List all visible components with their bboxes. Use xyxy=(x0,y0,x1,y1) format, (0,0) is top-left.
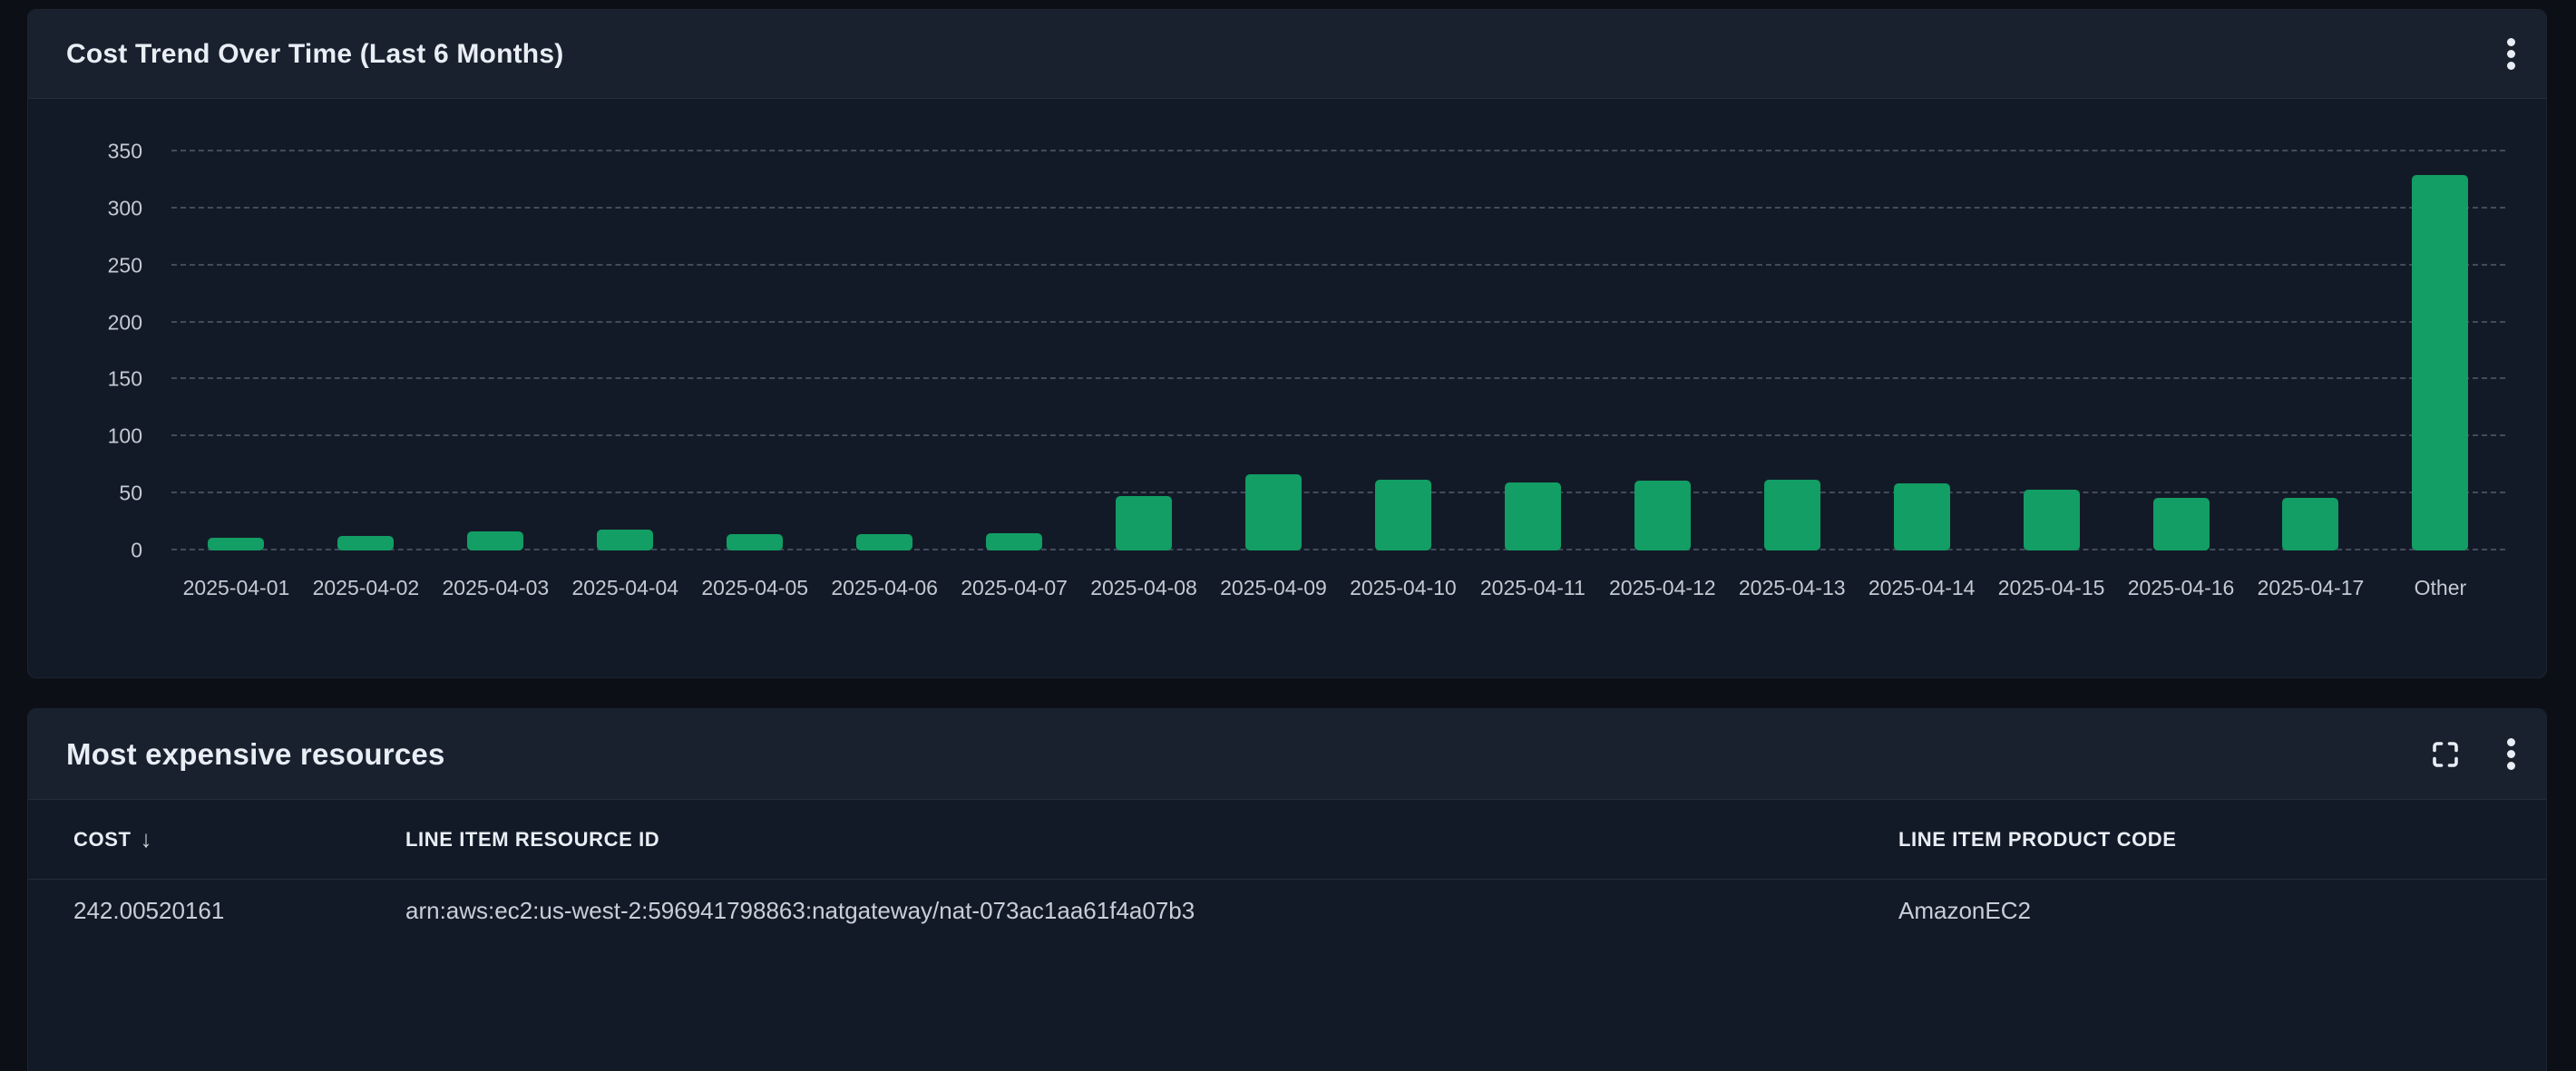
bar-slot xyxy=(1468,151,1597,550)
table-body: 242.00520161arn:aws:ec2:us-west-2:596941… xyxy=(28,880,2546,941)
bar-slot xyxy=(301,151,431,550)
product-code-cell: AmazonEC2 xyxy=(1853,897,2546,925)
bar-2025-04-05[interactable] xyxy=(727,534,783,550)
x-tick-label-2025-04-05: 2025-04-05 xyxy=(690,574,820,601)
resource-id-cell: arn:aws:ec2:us-west-2:596941798863:natga… xyxy=(360,897,1853,925)
table-header-row: COST ↓ LINE ITEM RESOURCE ID LINE ITEM PROD… xyxy=(28,800,2546,880)
panel-actions xyxy=(2502,33,2521,75)
x-tick-label-2025-04-06: 2025-04-06 xyxy=(820,574,950,601)
bar-2025-04-13[interactable] xyxy=(1764,480,1820,550)
y-tick-label-50: 50 xyxy=(119,483,142,504)
x-tick-label-2025-04-03: 2025-04-03 xyxy=(431,574,561,601)
x-tick-label-2025-04-07: 2025-04-07 xyxy=(950,574,1079,601)
bar-slot xyxy=(1209,151,1339,550)
kebab-dot xyxy=(2507,762,2515,770)
cost-trend-panel-header: Cost Trend Over Time (Last 6 Months) xyxy=(28,10,2546,99)
x-tick-label-Other: Other xyxy=(2376,574,2505,601)
cost-cell: 242.00520161 xyxy=(28,897,360,925)
y-tick-label-150: 150 xyxy=(108,369,142,390)
bar-slot xyxy=(1597,151,1727,550)
bar-2025-04-07[interactable] xyxy=(986,533,1042,550)
bar-2025-04-14[interactable] xyxy=(1894,483,1950,550)
x-tick-label-2025-04-01: 2025-04-01 xyxy=(171,574,301,601)
bar-2025-04-02[interactable] xyxy=(337,536,394,550)
bar-slot xyxy=(431,151,561,550)
bar-slot xyxy=(1079,151,1209,550)
y-tick-label-250: 250 xyxy=(108,255,142,276)
bar-slot xyxy=(2376,151,2505,550)
bar-2025-04-17[interactable] xyxy=(2282,498,2338,550)
x-tick-label-2025-04-15: 2025-04-15 xyxy=(1986,574,2116,601)
x-tick-label-2025-04-14: 2025-04-14 xyxy=(1857,574,1986,601)
plot-area xyxy=(171,151,2505,550)
expand-icon[interactable] xyxy=(2424,733,2467,776)
bar-2025-04-16[interactable] xyxy=(2153,498,2210,550)
kebab-dot xyxy=(2507,50,2515,58)
bar-slot xyxy=(1986,151,2116,550)
bar-slot xyxy=(820,151,950,550)
bar-slot xyxy=(2246,151,2376,550)
sort-desc-arrow-icon: ↓ xyxy=(141,825,153,853)
bar-2025-04-01[interactable] xyxy=(208,538,264,550)
column-header-line-item-resource-id[interactable]: LINE ITEM RESOURCE ID xyxy=(360,828,1853,852)
bar-Other[interactable] xyxy=(2412,175,2468,550)
kebab-dot xyxy=(2507,738,2515,746)
y-tick-label-300: 300 xyxy=(108,198,142,219)
bar-slot xyxy=(561,151,690,550)
column-header-label: LINE ITEM RESOURCE ID xyxy=(405,828,659,852)
x-axis: 2025-04-012025-04-022025-04-032025-04-04… xyxy=(171,574,2505,601)
kebab-menu-icon[interactable] xyxy=(2502,733,2521,775)
bar-2025-04-03[interactable] xyxy=(467,531,523,550)
bar-2025-04-12[interactable] xyxy=(1634,481,1691,550)
x-tick-label-2025-04-13: 2025-04-13 xyxy=(1727,574,1857,601)
x-tick-label-2025-04-10: 2025-04-10 xyxy=(1338,574,1468,601)
bar-2025-04-08[interactable] xyxy=(1116,496,1172,550)
y-axis: 050100150200250300350 xyxy=(28,151,142,550)
kebab-dot xyxy=(2507,38,2515,46)
table-row: 242.00520161arn:aws:ec2:us-west-2:596941… xyxy=(28,880,2546,941)
kebab-dot xyxy=(2507,750,2515,758)
bar-slot xyxy=(1857,151,1986,550)
panel-most-expensive-resources: Most expensive resources CO xyxy=(27,708,2547,1071)
y-tick-label-100: 100 xyxy=(108,426,142,447)
dashboard-page: Cost Trend Over Time (Last 6 Months) 0 50… xyxy=(0,0,2576,921)
x-tick-label-2025-04-11: 2025-04-11 xyxy=(1468,574,1597,601)
bar-slot xyxy=(1727,151,1857,550)
resources-panel-header: Most expensive resources xyxy=(28,709,2546,800)
bar-2025-04-06[interactable] xyxy=(856,534,912,550)
resources-panel-title: Most expensive resources xyxy=(66,737,445,772)
bar-2025-04-11[interactable] xyxy=(1505,482,1561,550)
x-tick-label-2025-04-17: 2025-04-17 xyxy=(2246,574,2376,601)
x-tick-label-2025-04-16: 2025-04-16 xyxy=(2116,574,2246,601)
x-tick-label-2025-04-08: 2025-04-08 xyxy=(1079,574,1209,601)
x-tick-label-2025-04-02: 2025-04-02 xyxy=(301,574,431,601)
panel-actions xyxy=(2424,733,2521,776)
bar-slot xyxy=(171,151,301,550)
kebab-dot xyxy=(2507,62,2515,70)
kebab-menu-icon[interactable] xyxy=(2502,33,2521,75)
bar-slot xyxy=(1338,151,1468,550)
column-header-label: LINE ITEM PRODUCT CODE xyxy=(1898,828,2177,852)
y-tick-label-0: 0 xyxy=(131,540,142,561)
bar-2025-04-04[interactable] xyxy=(597,530,653,550)
panel-cost-trend: Cost Trend Over Time (Last 6 Months) 0 50… xyxy=(27,9,2547,678)
bar-slot xyxy=(2116,151,2246,550)
bar-2025-04-10[interactable] xyxy=(1375,480,1431,550)
bars-container xyxy=(171,151,2505,550)
x-tick-label-2025-04-12: 2025-04-12 xyxy=(1597,574,1727,601)
cost-trend-panel-title: Cost Trend Over Time (Last 6 Months) xyxy=(66,39,563,70)
column-header-line-item-product-code[interactable]: LINE ITEM PRODUCT CODE xyxy=(1853,828,2546,852)
bar-chart: 050100150200250300350 2025-04-012025-04-… xyxy=(28,99,2546,679)
y-tick-label-350: 350 xyxy=(108,141,142,162)
resources-table: COST ↓ LINE ITEM RESOURCE ID LINE ITEM PROD… xyxy=(28,800,2546,941)
x-tick-label-2025-04-04: 2025-04-04 xyxy=(561,574,690,601)
x-tick-label-2025-04-09: 2025-04-09 xyxy=(1209,574,1339,601)
bar-slot xyxy=(690,151,820,550)
bar-2025-04-09[interactable] xyxy=(1245,474,1302,550)
bar-2025-04-15[interactable] xyxy=(2024,490,2080,550)
column-header-cost[interactable]: COST ↓ xyxy=(28,825,360,853)
bar-slot xyxy=(950,151,1079,550)
column-header-label: COST xyxy=(73,828,132,852)
y-tick-label-200: 200 xyxy=(108,312,142,333)
